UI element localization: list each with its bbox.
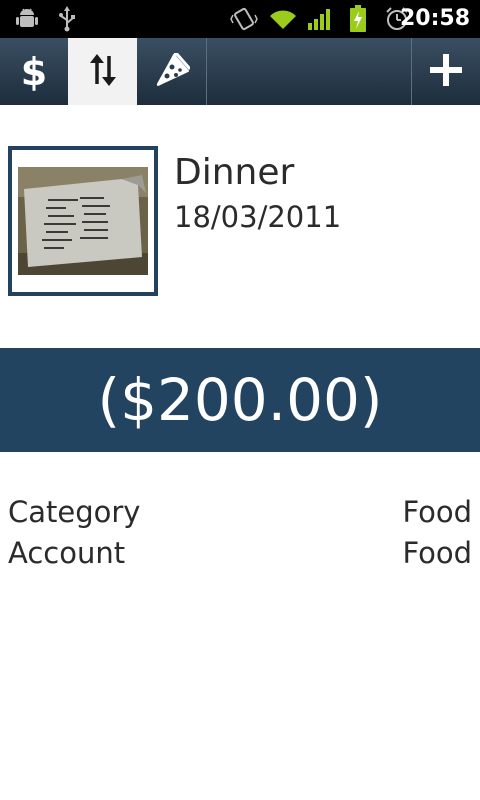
amount-banner: ($200.00) bbox=[0, 348, 480, 452]
pizza-icon bbox=[154, 49, 191, 91]
dollar-icon: $ bbox=[20, 49, 48, 94]
usb-icon bbox=[55, 5, 79, 33]
status-time: 20:58 bbox=[399, 6, 470, 31]
wifi-icon bbox=[268, 5, 298, 33]
action-bar: $ bbox=[0, 38, 480, 105]
android-debug-icon bbox=[14, 5, 40, 33]
plus-icon bbox=[429, 53, 463, 91]
detail-row-category: Category Food bbox=[8, 492, 472, 532]
transaction-amount: ($200.00) bbox=[97, 366, 383, 434]
add-button[interactable] bbox=[412, 38, 480, 105]
signal-icon bbox=[306, 5, 334, 33]
receipt-thumbnail[interactable] bbox=[8, 146, 158, 296]
detail-label: Account bbox=[8, 536, 126, 570]
sort-tab[interactable] bbox=[68, 38, 137, 105]
sort-arrows-icon bbox=[88, 53, 118, 91]
action-bar-divider bbox=[206, 38, 207, 105]
transaction-date: 18/03/2011 bbox=[174, 200, 342, 234]
detail-value: Food bbox=[402, 536, 472, 570]
vibrate-icon bbox=[230, 5, 258, 33]
status-bar: 20:58 bbox=[0, 0, 480, 38]
transactions-tab[interactable]: $ bbox=[0, 38, 68, 105]
detail-row-account: Account Food bbox=[8, 533, 472, 573]
transaction-title: Dinner bbox=[174, 152, 295, 193]
battery-charging-icon bbox=[346, 5, 370, 33]
category-tab[interactable] bbox=[137, 38, 206, 105]
receipt-photo bbox=[18, 167, 148, 275]
detail-label: Category bbox=[8, 495, 141, 529]
detail-value: Food bbox=[402, 495, 472, 529]
